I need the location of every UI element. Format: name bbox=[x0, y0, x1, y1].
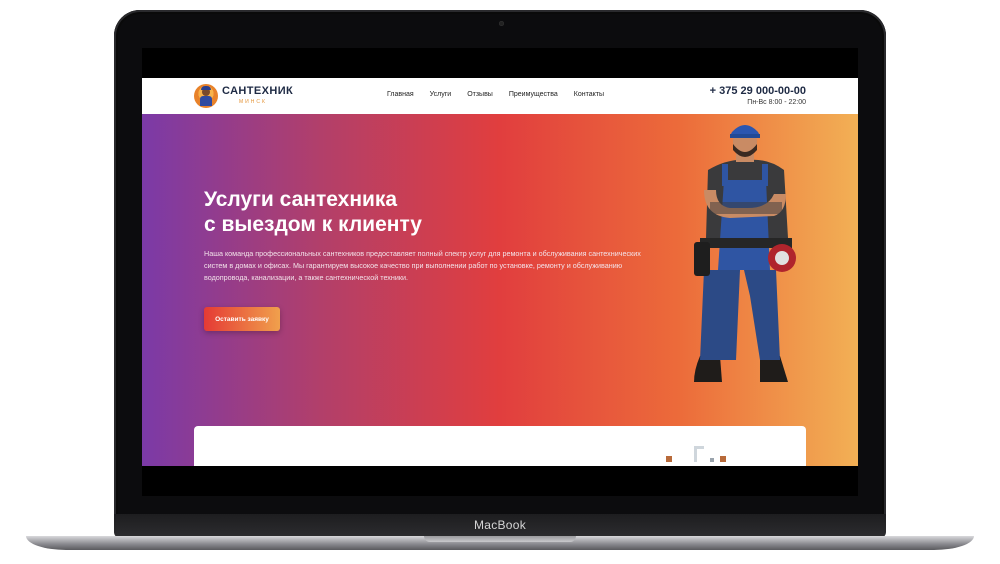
nav-link-reviews[interactable]: Отзывы bbox=[467, 91, 493, 98]
phone-number[interactable]: + 375 29 000-00-00 bbox=[710, 85, 806, 97]
plumber-logo-icon[interactable] bbox=[194, 84, 218, 108]
website: САНТЕХНИК МИНСК Главная Услуги Отзывы Пр… bbox=[142, 78, 858, 466]
nav-link-contacts[interactable]: Контакты bbox=[574, 91, 604, 98]
hero-title-line-1: Услуги сантехника bbox=[204, 188, 398, 211]
hero-title: Услуги сантехника с выездом к клиенту bbox=[204, 187, 524, 237]
working-hours: Пн-Вс 8:00 - 22:00 bbox=[747, 99, 806, 106]
device-label: MacBook bbox=[473, 518, 527, 532]
nav-link-home[interactable]: Главная bbox=[387, 91, 414, 98]
logo-subtitle: МИНСК bbox=[239, 99, 267, 105]
camera-icon bbox=[499, 21, 504, 26]
nav-link-advantages[interactable]: Преимущества bbox=[509, 91, 558, 98]
hero-section: Услуги сантехника с выездом к клиенту На… bbox=[142, 114, 858, 466]
plumber-worker-image bbox=[694, 125, 796, 382]
hero-title-line-2: с выездом к клиенту bbox=[204, 213, 422, 236]
nav-link-services[interactable]: Услуги bbox=[430, 91, 452, 98]
request-button[interactable]: Оставить заявку bbox=[204, 307, 280, 331]
main-nav: Главная Услуги Отзывы Преимущества Конта… bbox=[387, 91, 604, 98]
site-header: САНТЕХНИК МИНСК Главная Услуги Отзывы Пр… bbox=[142, 78, 858, 114]
laptop-notch bbox=[424, 536, 576, 542]
logo-title[interactable]: САНТЕХНИК bbox=[222, 85, 293, 97]
faucet-icon bbox=[666, 446, 726, 462]
hero-description: Наша команда профессиональных сантехнико… bbox=[204, 249, 641, 282]
screen: САНТЕХНИК МИНСК Главная Услуги Отзывы Пр… bbox=[142, 48, 858, 496]
